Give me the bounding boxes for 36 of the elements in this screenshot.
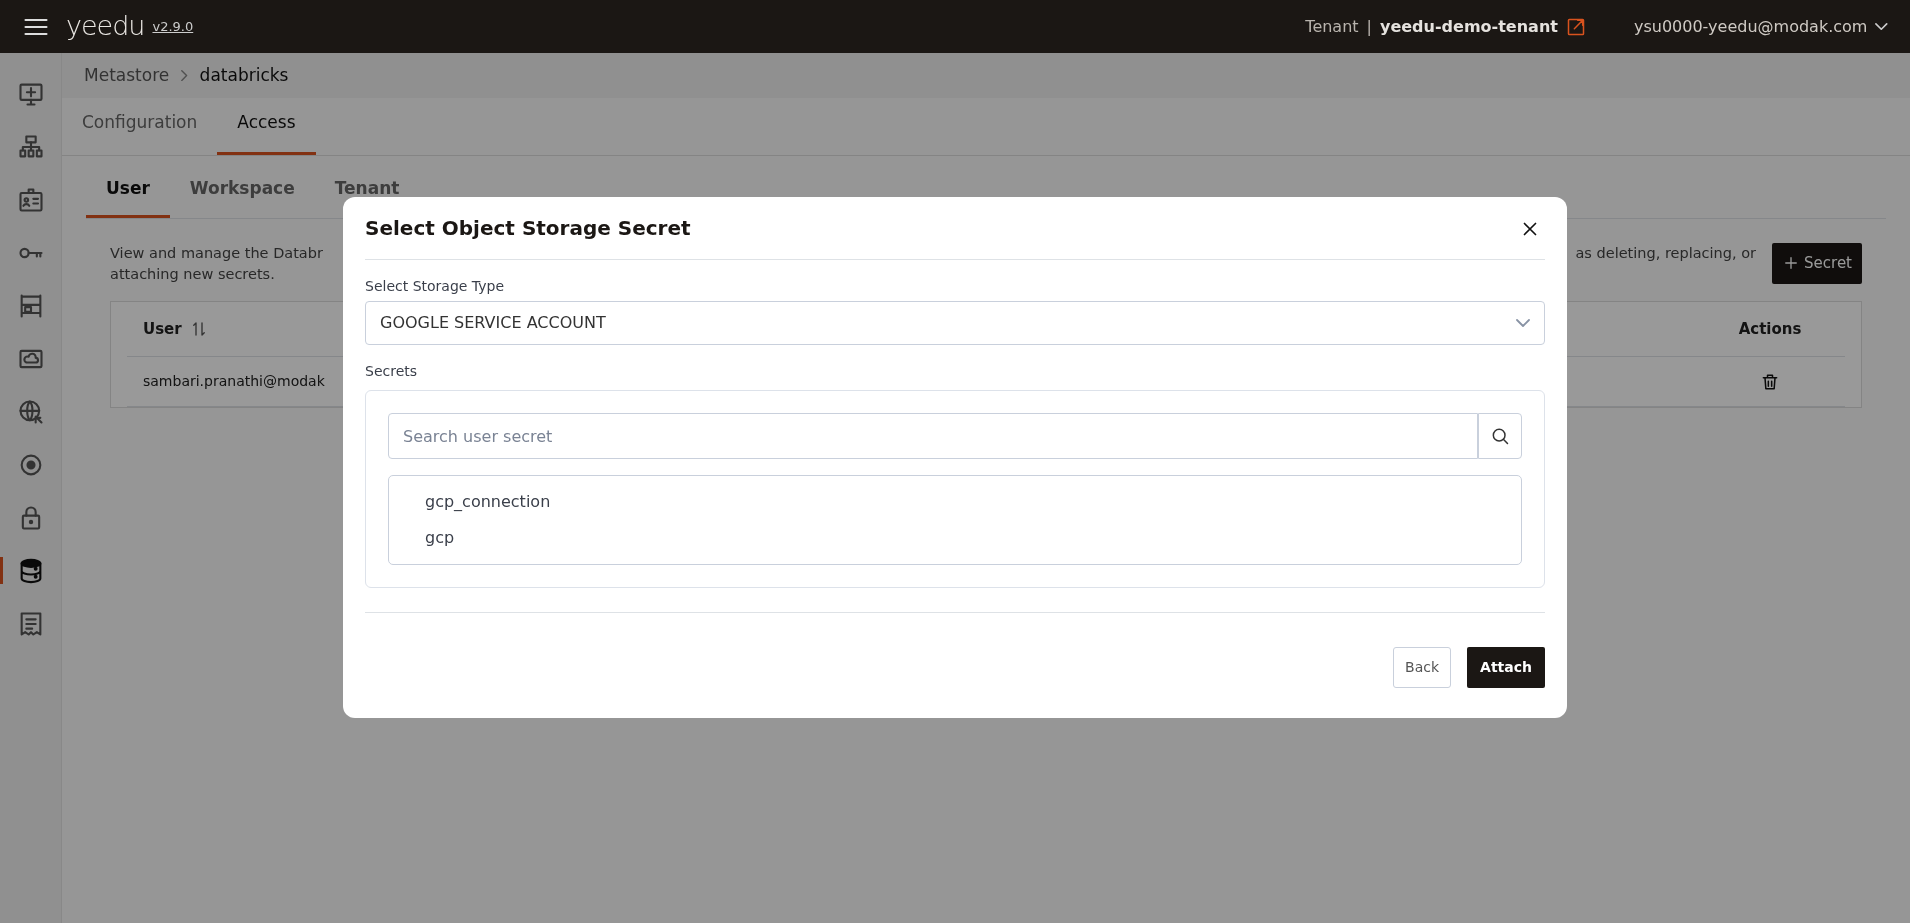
search-field[interactable]: Search user secret bbox=[388, 413, 1478, 459]
chevron-down-icon bbox=[1516, 319, 1530, 327]
tab[interactable]: Configuration bbox=[62, 98, 218, 155]
attach-button[interactable]: Attach bbox=[1467, 647, 1545, 688]
add-secret-button[interactable]: Secret bbox=[1772, 243, 1862, 284]
user-menu[interactable]: ysu0000-yeedu@modak.com bbox=[1633, 14, 1888, 39]
id-card-icon bbox=[16, 185, 45, 214]
column-header: Actions bbox=[1737, 318, 1803, 340]
chevron-right-icon bbox=[181, 69, 188, 82]
table-cell-text: sambari.pranathi@modak bbox=[142, 372, 326, 392]
logo: yeedu bbox=[66, 9, 145, 44]
secret-item[interactable]: gcp_connection bbox=[389, 484, 1521, 520]
subtab[interactable]: Workspace bbox=[169, 163, 315, 218]
column-header[interactable]: User bbox=[143, 317, 182, 341]
field-label: Secrets bbox=[365, 362, 419, 381]
external-link-icon[interactable] bbox=[1565, 16, 1586, 37]
version-link[interactable]: v2.9.0 bbox=[152, 16, 194, 37]
breadcrumb-current: databricks bbox=[198, 63, 290, 87]
tenant-label: Tenant bbox=[1305, 15, 1359, 38]
tab[interactable]: Access bbox=[217, 98, 316, 155]
modal-title: Select Object Storage Secret bbox=[365, 215, 691, 242]
subtab[interactable]: Tenant bbox=[314, 163, 420, 218]
subtab[interactable]: User bbox=[86, 163, 170, 218]
description-text: as deleting, replacing, or bbox=[1575, 244, 1757, 263]
breadcrumb-link[interactable]: Metastore bbox=[80, 62, 174, 89]
globe-icon bbox=[16, 397, 45, 426]
storage-type-select[interactable]: GOOGLE SERVICE ACCOUNT bbox=[365, 301, 1545, 345]
field-label: Select Storage Type bbox=[365, 277, 506, 296]
tenant-name: yeedu-demo-tenant bbox=[1380, 15, 1558, 38]
search-icon bbox=[1490, 426, 1510, 446]
separator: | bbox=[1366, 15, 1372, 38]
search-button[interactable] bbox=[1478, 413, 1522, 459]
chevron-down-icon bbox=[1875, 22, 1888, 31]
back-button[interactable]: Back bbox=[1393, 647, 1452, 688]
description-text: View and manage the Databr attaching new secrets. bbox=[110, 244, 323, 284]
secret-item[interactable]: gcp bbox=[389, 520, 1521, 556]
